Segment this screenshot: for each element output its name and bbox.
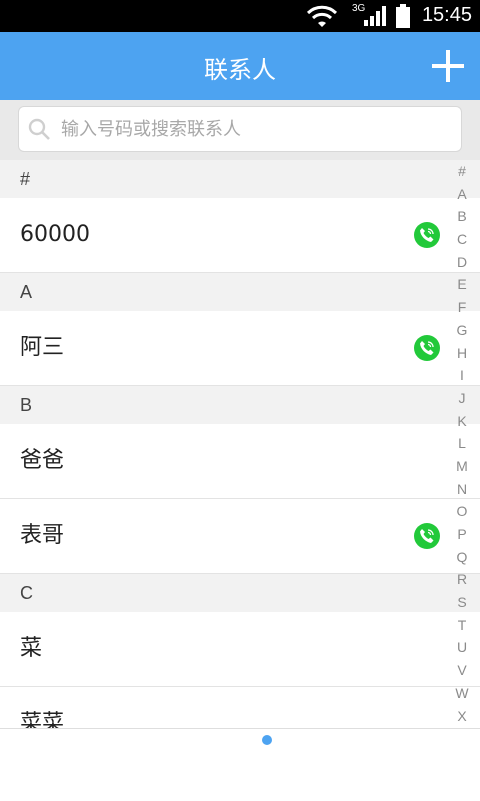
section-header: A: [0, 273, 480, 311]
app-bar: 联系人: [0, 32, 480, 100]
index-letter[interactable]: V: [452, 659, 472, 682]
section-header: C: [0, 574, 480, 612]
alphabet-index-bar[interactable]: # A B C D E F G H I J K L M N O P Q R S T U V W X: [452, 160, 472, 728]
index-letter[interactable]: C: [452, 228, 472, 251]
index-letter[interactable]: E: [452, 273, 472, 296]
contact-list: #60000 A 阿三 B 爸爸 表哥 C 菜菜菜: [0, 160, 480, 728]
contact-row[interactable]: 爸爸: [0, 424, 480, 499]
index-letter[interactable]: I: [452, 364, 472, 387]
index-letter[interactable]: L: [452, 432, 472, 455]
clock: 15:45: [421, 4, 472, 26]
index-letter[interactable]: W: [452, 682, 472, 705]
index-letter[interactable]: T: [452, 614, 472, 637]
index-letter[interactable]: X: [452, 705, 472, 728]
contact-name: 菜菜: [20, 711, 65, 728]
contact-name: 60000: [20, 222, 90, 247]
index-letter[interactable]: R: [452, 568, 472, 591]
battery-icon: [396, 4, 410, 28]
contact-row[interactable]: 菜: [0, 612, 480, 687]
call-icon[interactable]: [414, 222, 440, 248]
contact-name: 爸爸: [20, 448, 65, 473]
index-letter[interactable]: S: [452, 591, 472, 614]
index-letter[interactable]: U: [452, 636, 472, 659]
contact-row[interactable]: 阿三: [0, 311, 480, 386]
section-header: B: [0, 386, 480, 424]
status-bar: 3G 15:45: [0, 0, 480, 32]
search-box[interactable]: [18, 106, 462, 152]
index-letter[interactable]: O: [452, 500, 472, 523]
contact-name: 表哥: [20, 523, 65, 548]
index-letter[interactable]: G: [452, 319, 472, 342]
index-letter[interactable]: A: [452, 183, 472, 206]
wifi-icon: [306, 5, 338, 27]
index-letter[interactable]: D: [452, 251, 472, 274]
search-input[interactable]: [59, 114, 453, 144]
page-indicator-dot: [262, 735, 272, 745]
add-contact-button[interactable]: [432, 50, 464, 82]
contact-row[interactable]: 表哥: [0, 499, 480, 574]
index-letter[interactable]: J: [452, 387, 472, 410]
search-bar: [0, 100, 480, 160]
index-letter[interactable]: K: [452, 410, 472, 433]
call-icon[interactable]: [414, 523, 440, 549]
index-letter[interactable]: #: [452, 160, 472, 183]
index-letter[interactable]: F: [452, 296, 472, 319]
index-letter[interactable]: M: [452, 455, 472, 478]
index-letter[interactable]: B: [452, 205, 472, 228]
contact-name: 菜: [20, 636, 43, 661]
contact-name: 阿三: [20, 335, 65, 360]
contact-row[interactable]: 菜菜: [0, 687, 480, 728]
contact-row[interactable]: 60000: [0, 198, 480, 273]
index-letter[interactable]: Q: [452, 546, 472, 569]
search-icon: [28, 118, 50, 140]
section-header: #: [0, 160, 480, 198]
index-letter[interactable]: P: [452, 523, 472, 546]
signal-icon: [364, 6, 386, 26]
bottom-bar: [0, 728, 480, 801]
index-letter[interactable]: H: [452, 342, 472, 365]
index-letter[interactable]: N: [452, 478, 472, 501]
page-title: 联系人: [204, 56, 276, 84]
call-icon[interactable]: [414, 335, 440, 361]
